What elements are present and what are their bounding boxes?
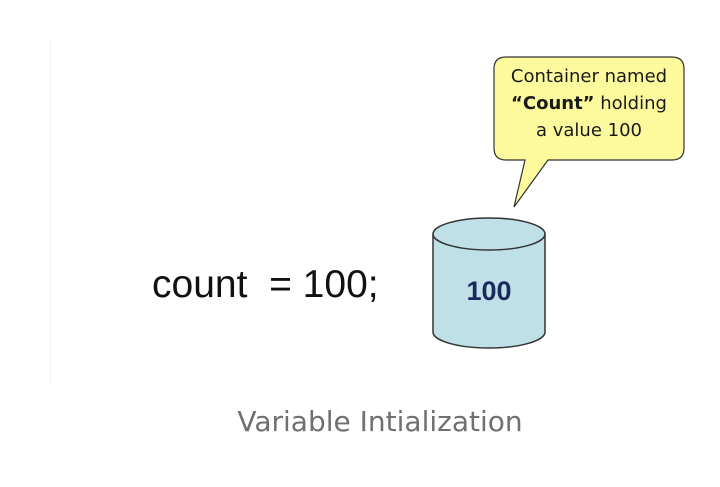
slide-caption: Variable Intialization (237, 405, 523, 438)
slide: count = 100; Container named “Count” hol… (0, 0, 720, 487)
callout-text: Container named “Count” holding a value … (494, 63, 684, 144)
callout-line-1: Container named (510, 66, 668, 87)
container-value: 100 (466, 276, 512, 306)
code-statement: count = 100; (152, 263, 379, 306)
callout-bold-word: “Count” (511, 93, 595, 114)
cylinder-top (432, 217, 546, 251)
callout-line-2: “Count” holding (494, 90, 684, 117)
callout-line-3: a value 100 (536, 120, 642, 141)
callout-line-2-rest: holding (594, 93, 667, 114)
